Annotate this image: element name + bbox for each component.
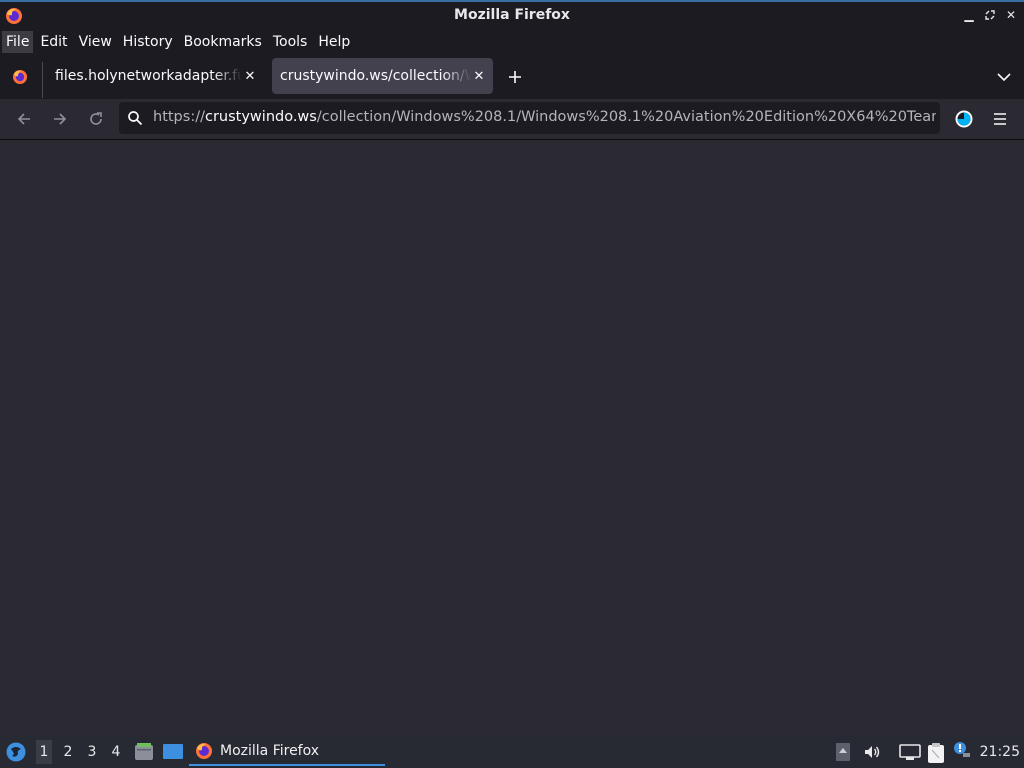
volume-icon[interactable] xyxy=(862,742,882,766)
clipboard-icon[interactable] xyxy=(926,742,946,768)
menubar: File Edit View History Bookmarks Tools H… xyxy=(0,29,1024,54)
minimize-button[interactable]: ▁ xyxy=(960,5,978,25)
taskbar-task-firefox[interactable]: Mozilla Firefox xyxy=(189,738,385,766)
arrow-up-tray-icon[interactable] xyxy=(835,742,851,766)
window-title: Mozilla Firefox xyxy=(454,7,570,23)
menu-bookmarks[interactable]: Bookmarks xyxy=(180,31,266,53)
search-icon xyxy=(127,110,143,130)
close-icon[interactable]: ✕ xyxy=(471,69,487,84)
close-icon[interactable]: ✕ xyxy=(242,69,258,84)
tab-title: crustywindo.ws/collection/Windows%208.1 xyxy=(280,68,471,84)
menu-history[interactable]: History xyxy=(119,31,177,53)
menu-tools[interactable]: Tools xyxy=(269,31,312,53)
tab-crustywindo[interactable]: crustywindo.ws/collection/Windows%208.1 … xyxy=(272,58,493,94)
menu-help[interactable]: Help xyxy=(314,31,354,53)
menu-view[interactable]: View xyxy=(75,31,116,53)
workspace-4[interactable]: 4 xyxy=(108,744,124,760)
close-window-button[interactable]: ✕ xyxy=(1002,5,1020,25)
clock[interactable]: 21:25 xyxy=(980,744,1020,760)
tab-divider xyxy=(42,62,43,98)
restore-button[interactable] xyxy=(981,5,999,25)
list-all-tabs-button[interactable] xyxy=(994,68,1014,86)
tab-strip: files.holynetworkadapter.fun ✕ crustywin… xyxy=(0,54,1024,99)
firefox-icon xyxy=(194,741,214,761)
workspace-2[interactable]: 2 xyxy=(60,744,76,760)
file-manager-icon[interactable] xyxy=(134,742,154,766)
reload-button[interactable] xyxy=(84,107,108,131)
taskbar: 1 2 3 4 Mozilla Firefox 21:25 xyxy=(0,736,1024,768)
page-content[interactable] xyxy=(0,140,1024,736)
firefox-view-button[interactable] xyxy=(10,67,30,91)
url-bar[interactable]: https://crustywindo.ws/collection/Window… xyxy=(119,102,940,134)
back-button[interactable] xyxy=(12,107,36,131)
forward-button[interactable] xyxy=(48,107,72,131)
show-desktop-icon[interactable] xyxy=(162,743,184,765)
tab-files-holynetworkadapter[interactable]: files.holynetworkadapter.fun ✕ xyxy=(46,58,264,94)
new-tab-button[interactable] xyxy=(505,67,525,87)
navigation-toolbar: https://crustywindo.ws/collection/Window… xyxy=(0,99,1024,140)
workspace-3[interactable]: 3 xyxy=(84,744,100,760)
url-host: crustywindo.ws xyxy=(204,109,317,125)
account-icon[interactable] xyxy=(952,107,976,131)
window-titlebar: Mozilla Firefox ▁ ✕ xyxy=(0,0,1024,29)
start-menu-icon[interactable] xyxy=(5,741,27,767)
network-icon[interactable] xyxy=(899,742,921,766)
workspace-1[interactable]: 1 xyxy=(36,740,52,764)
url-path: /collection/Windows%208.1/Windows%208.1%… xyxy=(316,109,936,125)
url-scheme: https:// xyxy=(153,109,205,125)
app-menu-button[interactable] xyxy=(988,107,1012,131)
notification-icon[interactable] xyxy=(952,740,972,764)
tab-title: files.holynetworkadapter.fun xyxy=(55,68,242,84)
menu-edit[interactable]: Edit xyxy=(36,31,71,53)
menu-file[interactable]: File xyxy=(2,30,34,53)
url-text[interactable]: https://crustywindo.ws/collection/Window… xyxy=(153,109,936,125)
task-label: Mozilla Firefox xyxy=(220,743,320,759)
